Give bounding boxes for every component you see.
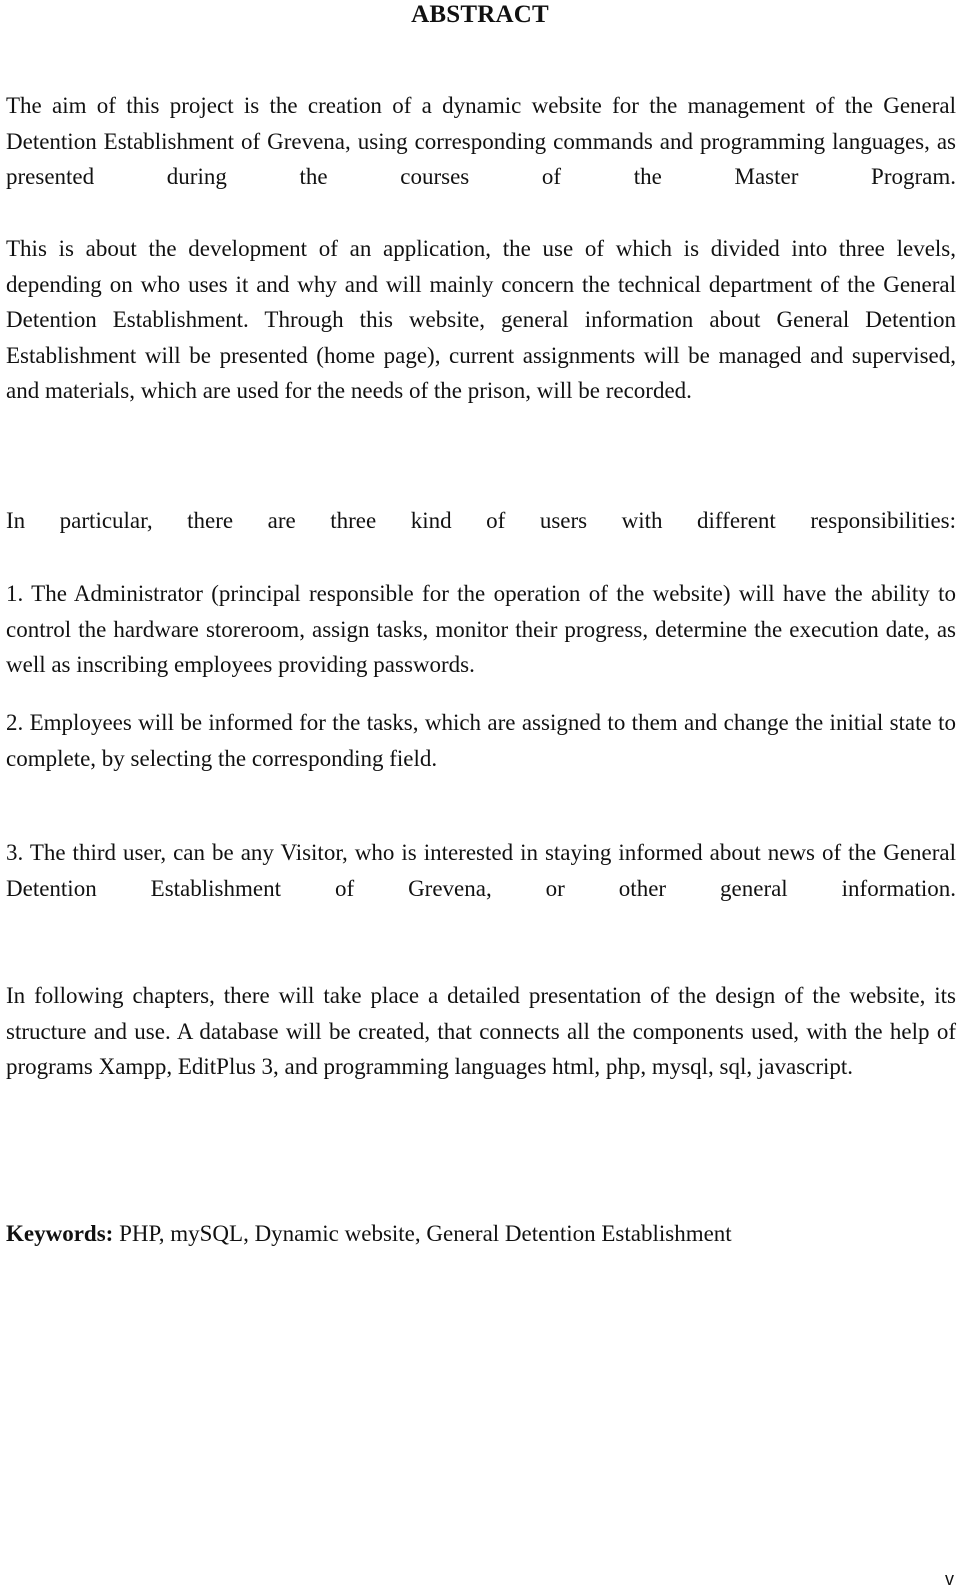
document-page: ABSTRACT The aim of this project is the … [0, 0, 960, 1594]
keywords-value: PHP, mySQL, Dynamic website, General Det… [113, 1221, 732, 1246]
page-number: v [945, 1569, 954, 1589]
abstract-heading: ABSTRACT [411, 1, 549, 28]
paragraph-visitor: 3. The third user, can be any Visitor, w… [6, 840, 956, 901]
keywords-line: Keywords: PHP, mySQL, Dynamic website, G… [6, 1216, 732, 1251]
paragraph-user-types-intro: In particular, there are three kind of u… [6, 508, 956, 533]
keywords-label: Keywords: [6, 1221, 114, 1246]
paragraph-administrator: 1. The Administrator (principal responsi… [6, 581, 956, 677]
paragraph-following-chapters: In following chapters, there will take p… [6, 983, 956, 1079]
paragraph-employees: 2. Employees will be informed for the ta… [6, 710, 956, 771]
paragraph-aim: The aim of this project is the creation … [6, 93, 956, 189]
paragraph-development: This is about the development of an appl… [6, 236, 956, 403]
